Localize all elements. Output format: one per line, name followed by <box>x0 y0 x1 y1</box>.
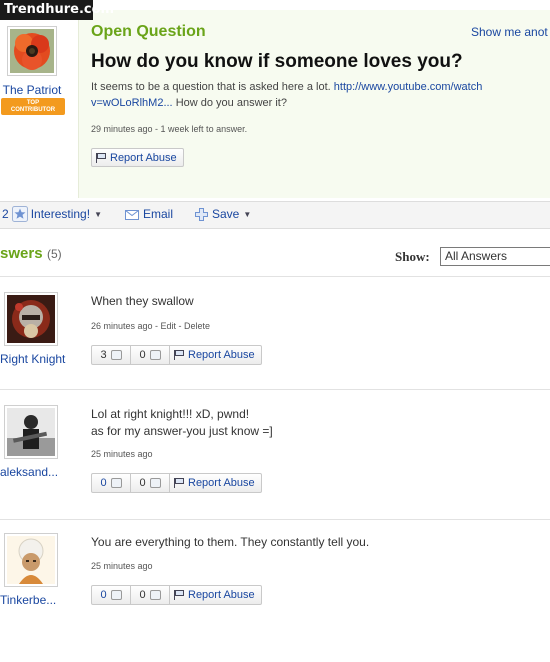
answer-text: When they swallow <box>91 294 194 308</box>
thumbs-down-icon <box>149 590 161 600</box>
youtube-link[interactable]: http://www.youtube.com/watch <box>334 81 483 93</box>
flag-icon <box>96 152 107 163</box>
interesting-button[interactable]: 2 Interesting! ▼ <box>2 206 102 222</box>
flag-icon <box>174 350 185 360</box>
badge-line-1: TOP <box>26 100 40 106</box>
divider <box>0 389 550 390</box>
save-button[interactable]: Save ▼ <box>195 206 251 222</box>
knight-image <box>7 295 55 343</box>
answers-filter-select[interactable]: All Answers <box>440 247 550 266</box>
answer-meta: 26 minutes ago - Edit - Delete <box>91 321 211 331</box>
answer-text: Lol at right knight!!! xD, pwnd! <box>91 407 250 421</box>
question-body-line-2: v=wOLoRlhM2... How do you answer it? <box>91 97 287 109</box>
thumbs-down-button[interactable]: 0 <box>131 589 169 601</box>
email-label: Email <box>143 207 174 221</box>
answer-actions: 3 0 Report Abuse <box>91 345 262 365</box>
answer-avatar[interactable] <box>4 292 58 346</box>
asker-name[interactable]: The Patriot <box>0 83 64 97</box>
answer-meta: 25 minutes ago <box>91 561 153 571</box>
answer-avatar[interactable] <box>4 533 58 587</box>
chevron-down-icon: ▼ <box>243 209 252 219</box>
answer-meta: 25 minutes ago <box>91 449 153 459</box>
envelope-icon <box>125 209 139 220</box>
thumbs-down-button[interactable]: 0 <box>131 349 169 361</box>
guitarist-image <box>7 408 55 456</box>
chevron-down-icon: ▼ <box>94 209 102 219</box>
thumbs-up-count: 0 <box>100 477 107 489</box>
asker-avatar[interactable] <box>7 26 57 76</box>
thumbs-up-button[interactable]: 0 <box>92 589 130 601</box>
thumbs-up-icon <box>110 350 122 360</box>
answer-author[interactable]: Right Knight <box>0 352 65 366</box>
report-abuse-label: Report Abuse <box>188 349 255 361</box>
thumbs-down-count: 0 <box>139 477 146 489</box>
answer-actions: 0 0 Report Abuse <box>91 473 262 493</box>
report-abuse-label: Report Abuse <box>188 589 255 601</box>
report-abuse-button[interactable]: Report Abuse <box>91 148 184 167</box>
divider <box>0 519 550 520</box>
answer-text: You are everything to them. They constan… <box>91 535 370 549</box>
answer-actions: 0 0 Report Abuse <box>91 585 262 605</box>
flag-icon <box>174 478 185 488</box>
report-abuse-label: Report Abuse <box>188 477 255 489</box>
email-button[interactable]: Email <box>125 206 173 222</box>
tinkerbell-image <box>7 536 55 584</box>
site-watermark: Trendhure.com <box>0 0 114 20</box>
report-abuse-button[interactable]: Report Abuse <box>170 477 255 489</box>
thumbs-down-icon <box>149 478 161 488</box>
divider <box>0 276 550 277</box>
thumbs-down-count: 0 <box>139 349 146 361</box>
badge-line-2: CONTRIBUTOR <box>10 107 56 113</box>
show-more-link[interactable]: Show me anot <box>471 25 548 39</box>
thumbs-down-count: 0 <box>139 589 146 601</box>
question-body-line-1: It seems to be a question that is asked … <box>91 81 482 93</box>
answers-heading: swers (5) <box>0 245 62 263</box>
answers-filter-value: All Answers <box>445 249 508 263</box>
star-icon <box>11 206 28 222</box>
thumbs-up-icon <box>110 478 122 488</box>
thumbs-up-button[interactable]: 0 <box>92 477 130 489</box>
poppy-image <box>10 29 54 73</box>
answer-text-line-2: as for my answer-you just know =] <box>91 424 273 438</box>
top-contributor-badge: TOP CONTRIBUTOR <box>1 98 65 115</box>
thumbs-up-count: 3 <box>100 349 107 361</box>
youtube-link-continued[interactable]: v=wOLoRlhM2... <box>91 97 173 109</box>
answers-count: (5) <box>47 247 62 261</box>
question-meta: 29 minutes ago - 1 week left to answer. <box>91 124 248 134</box>
interesting-count: 2 <box>2 207 9 221</box>
report-abuse-button[interactable]: Report Abuse <box>170 349 255 361</box>
thumbs-up-count: 0 <box>100 589 107 601</box>
answer-author[interactable]: aleksand... <box>0 465 58 479</box>
thumbs-down-button[interactable]: 0 <box>131 477 169 489</box>
answers-title: swers <box>0 245 43 262</box>
plus-icon <box>195 207 208 221</box>
interesting-label: Interesting! <box>30 207 91 221</box>
question-body-text: It seems to be a question that is asked … <box>91 81 331 93</box>
report-abuse-button[interactable]: Report Abuse <box>170 589 255 601</box>
thumbs-down-icon <box>149 350 161 360</box>
report-abuse-label: Report Abuse <box>110 151 177 164</box>
question-title: How do you know if someone loves you? <box>91 51 463 72</box>
flag-icon <box>174 590 185 600</box>
show-filter-label: Show: <box>395 249 430 264</box>
question-body-tail: How do you answer it? <box>175 97 287 109</box>
answer-author[interactable]: Tinkerbe... <box>0 593 56 607</box>
save-label: Save <box>212 207 240 221</box>
thumbs-up-icon <box>110 590 122 600</box>
thumbs-up-button[interactable]: 3 <box>92 349 130 361</box>
answer-avatar[interactable] <box>4 405 58 459</box>
open-question-label: Open Question <box>91 23 206 40</box>
